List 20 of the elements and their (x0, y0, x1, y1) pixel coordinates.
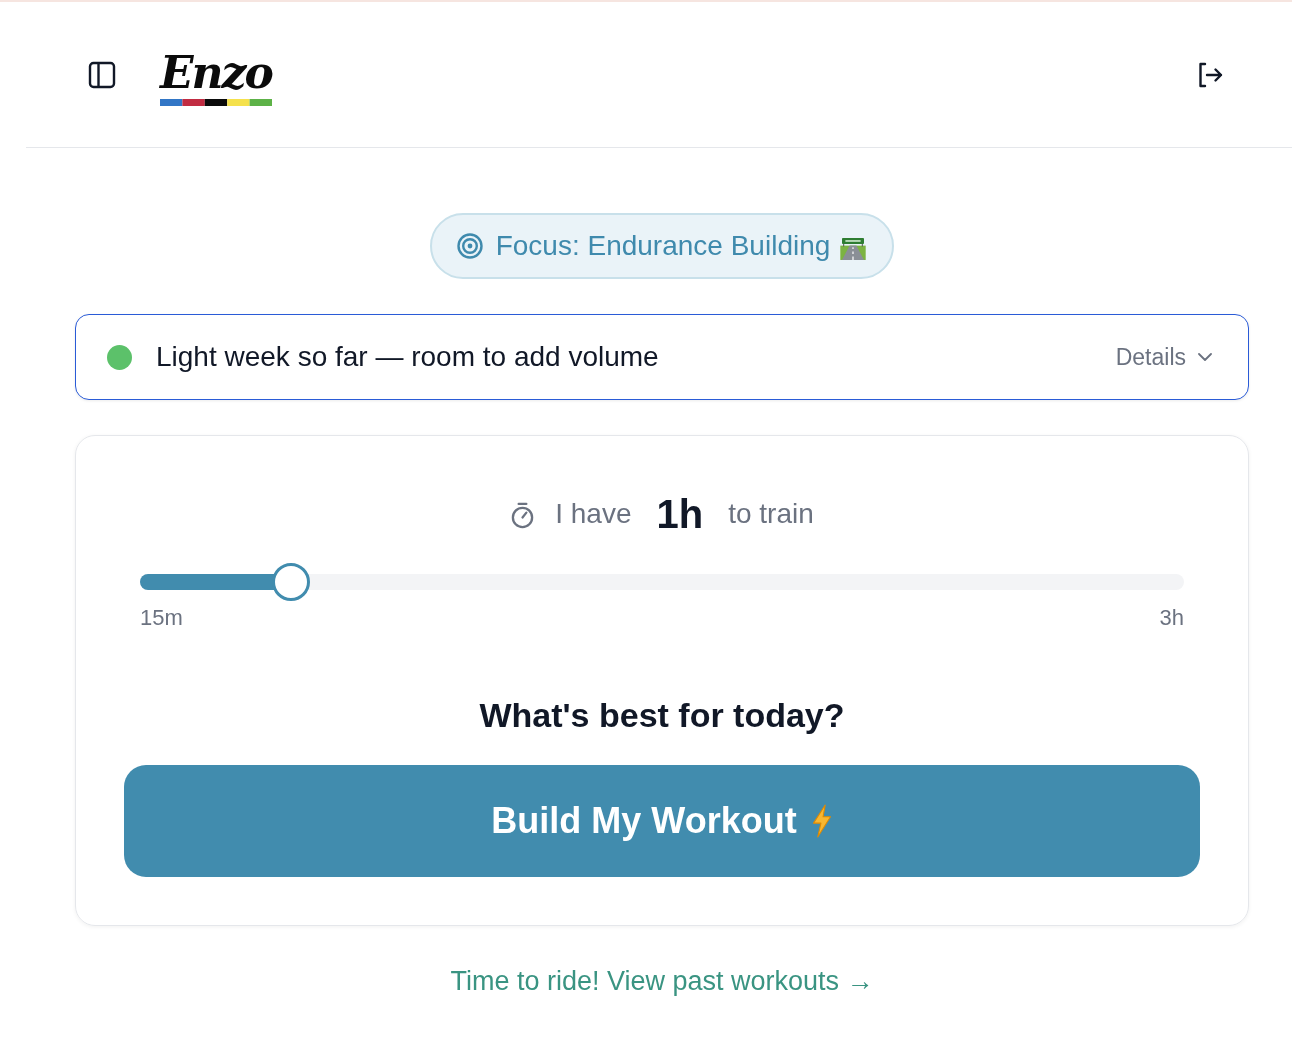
motorway-icon (838, 238, 869, 260)
timer-icon (510, 501, 536, 529)
slider-thumb[interactable] (272, 563, 311, 601)
logo-text: Enzo (160, 49, 272, 97)
time-prefix: I have (555, 498, 632, 530)
details-button[interactable]: Details (1115, 343, 1212, 371)
past-workouts-link[interactable]: Time to ride! View past workouts → (450, 966, 874, 997)
sidebar-icon[interactable] (88, 60, 116, 89)
time-suffix: to train (728, 498, 814, 530)
duration-value: 1h (656, 491, 704, 537)
focus-label: Focus: Endurance Building (495, 230, 831, 262)
logout-icon[interactable] (1197, 61, 1223, 88)
target-icon (456, 233, 483, 259)
build-workout-button[interactable]: Build My Workout (124, 765, 1200, 877)
lightning-icon (810, 804, 833, 838)
min-duration-label: 15m (140, 605, 183, 631)
question-heading: What's best for today? (479, 695, 845, 736)
duration-slider-track[interactable] (140, 563, 1184, 601)
status-message: Light week so far — room to add volume (156, 341, 659, 373)
max-duration-label: 3h (1159, 605, 1184, 631)
